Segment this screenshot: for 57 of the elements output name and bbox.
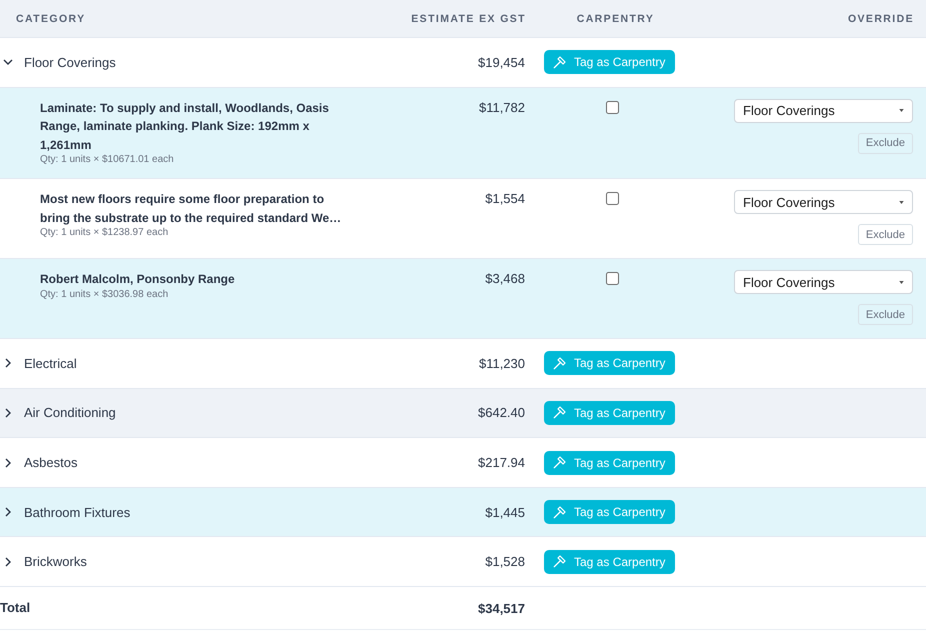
hammer-icon — [553, 356, 566, 370]
total-amount: $34,517 — [478, 600, 525, 616]
category-name: Floor Coverings — [24, 54, 116, 70]
estimate-amount: $19,454 — [478, 54, 525, 70]
hammer-icon — [553, 56, 566, 69]
tag-carpentry-button[interactable]: Tag as Carpentry — [544, 351, 676, 376]
estimate-amount: $1,528 — [485, 554, 525, 570]
chevron-right-icon[interactable] — [3, 458, 13, 468]
tag-carpentry-button[interactable]: Tag as Carpentry — [544, 400, 676, 425]
estimate-amount: $1,554 — [485, 190, 525, 208]
override-select[interactable]: Floor Coverings — [734, 190, 913, 214]
estimate-amount: $11,230 — [478, 356, 525, 371]
caret-icon — [899, 109, 904, 112]
chevron-right-icon[interactable] — [3, 408, 13, 418]
item-quantity: Qty: 1 units × $10671.01 each — [40, 154, 175, 166]
estimate-amount: $217.94 — [478, 455, 525, 470]
chevron-right-icon[interactable] — [3, 507, 13, 518]
estimate-amount: $3,468 — [485, 270, 525, 288]
item-description: Robert Malcolm, Ponsonby Range — [40, 271, 236, 288]
caret-icon — [899, 200, 904, 204]
estimate-amount: $1,445 — [485, 504, 525, 520]
hammer-icon — [553, 555, 566, 568]
item-description: Laminate: To supply and install, Woodlands, Oasis Range, laminate planking. Plank Size: 192mm x 1,261mm — [40, 100, 330, 154]
item-quantity: Qty: 1 units × $3036.98 each — [40, 288, 170, 300]
exclude-button[interactable]: Exclude — [858, 224, 913, 246]
exclude-button[interactable]: Exclude — [858, 304, 913, 326]
chevron-right-icon[interactable] — [3, 556, 13, 567]
chevron-right-icon[interactable] — [3, 358, 13, 368]
hammer-icon — [553, 406, 566, 420]
tag-carpentry-button[interactable]: Tag as Carpentry — [544, 50, 676, 74]
category-name: Brickworks — [24, 554, 87, 570]
tag-carpentry-button[interactable]: Tag as Carpentry — [544, 500, 676, 524]
category-name: Bathroom Fixtures — [24, 504, 130, 520]
override-select[interactable]: Floor Coverings — [734, 270, 913, 294]
category-name: Asbestos — [24, 455, 78, 470]
column-header: CARPENTRY — [576, 12, 654, 24]
tag-carpentry-button[interactable]: Tag as Carpentry — [544, 450, 676, 475]
estimate-amount: $11,782 — [478, 98, 525, 117]
category-name: Air Conditioning — [24, 405, 116, 420]
carpentry-checkbox[interactable] — [606, 100, 619, 114]
caret-icon — [899, 280, 904, 284]
column-header: OVERRIDE — [848, 12, 914, 24]
exclude-button[interactable]: Exclude — [858, 132, 913, 154]
hammer-icon — [553, 456, 566, 470]
override-select[interactable]: Floor Coverings — [734, 98, 913, 123]
column-header: CATEGORY — [16, 12, 86, 24]
item-quantity: Qty: 1 units × $1238.97 each — [40, 227, 170, 238]
carpentry-checkbox[interactable] — [606, 192, 619, 206]
chevron-down-icon[interactable] — [3, 57, 13, 68]
total-label: Total — [0, 600, 30, 616]
estimate-amount: $642.40 — [478, 405, 525, 420]
category-name: Electrical — [24, 356, 77, 371]
carpentry-checkbox[interactable] — [606, 272, 619, 286]
item-description: Most new floors require some floor preparation to bring the substrate up to the required standard We… — [40, 191, 342, 227]
hammer-icon — [553, 506, 566, 519]
tag-carpentry-button[interactable]: Tag as Carpentry — [544, 550, 676, 574]
column-header: ESTIMATE EX GST — [411, 12, 526, 24]
